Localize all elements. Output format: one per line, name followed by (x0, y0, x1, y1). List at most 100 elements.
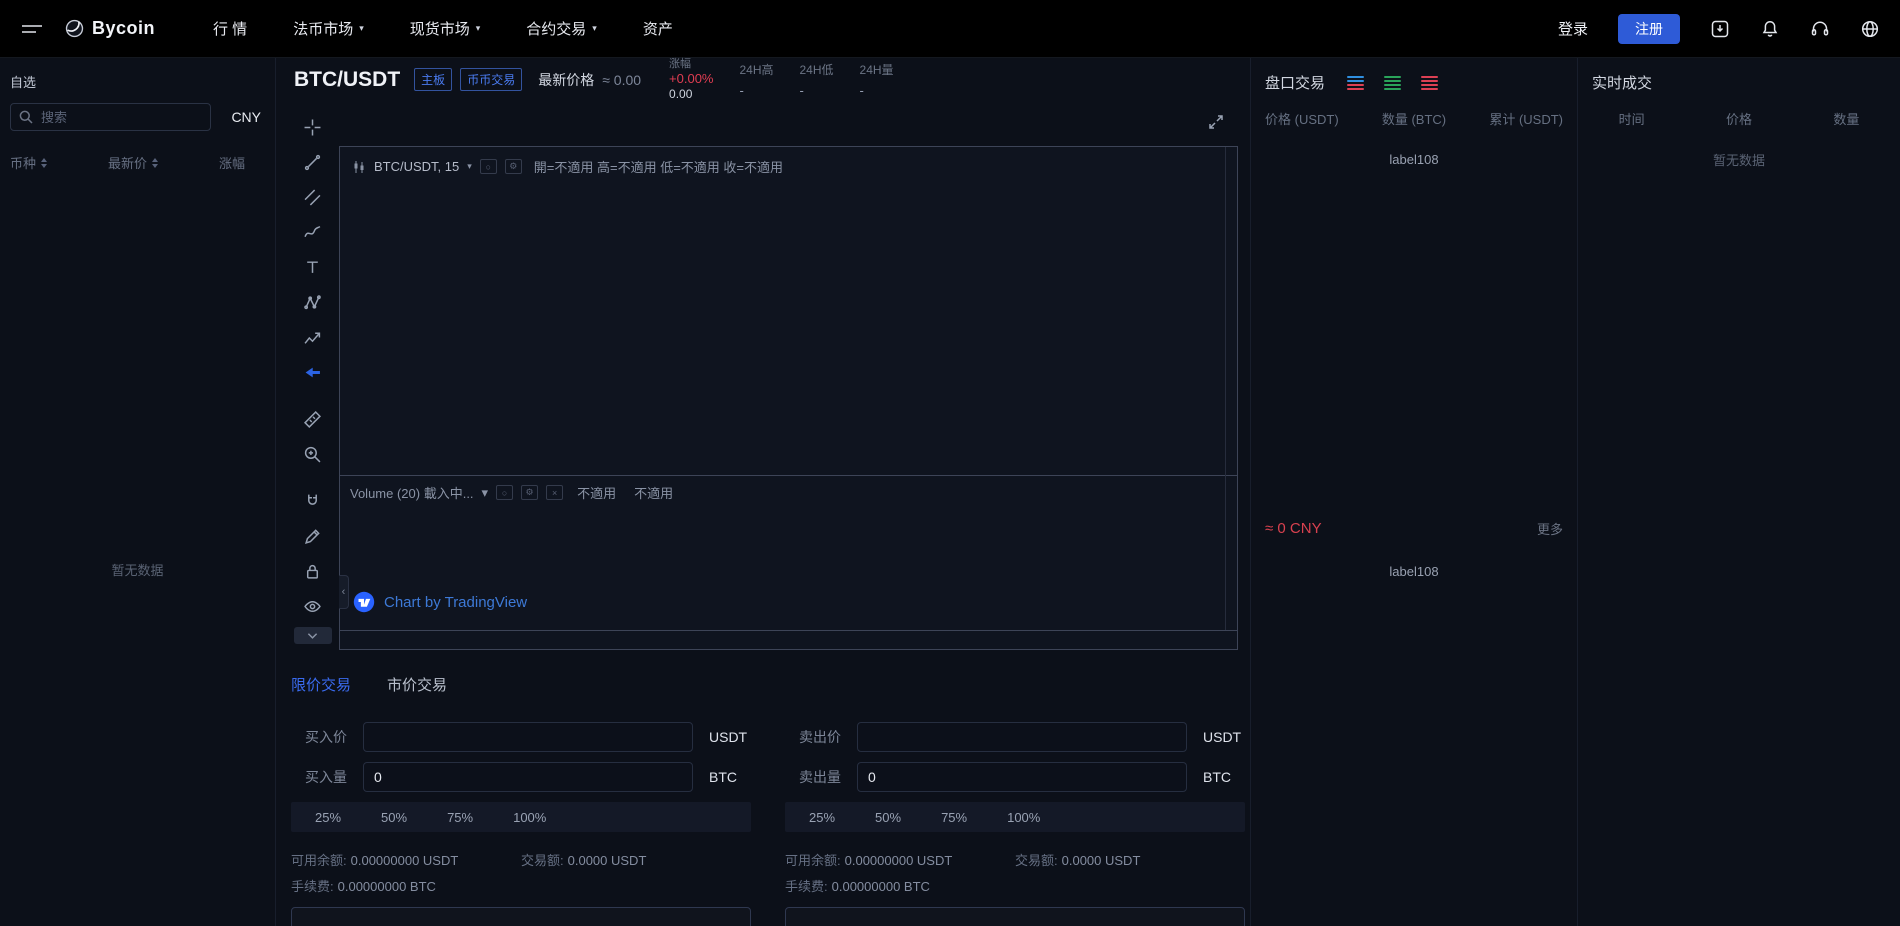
register-button[interactable]: 注册 (1618, 14, 1680, 44)
chart-drawing-toolbar (286, 101, 339, 650)
sell-percent-50[interactable]: 50% (875, 810, 901, 825)
chevron-down-icon[interactable]: ▾ (467, 161, 472, 172)
chart-plot-area[interactable]: BTC/USDT, 15 ▾ ○ ⚙ 開=不適用 高=不適用 低=不適用 收=不… (339, 146, 1238, 650)
column-change[interactable]: 涨幅 (219, 153, 245, 172)
xabcd-pattern-icon[interactable] (299, 288, 327, 316)
orderbook-mode-sells-icon[interactable] (1421, 75, 1443, 91)
buy-percent-25[interactable]: 25% (315, 810, 341, 825)
buy-fee: 手续费:0.00000000 BTC (291, 876, 521, 895)
sell-percent-100[interactable]: 100% (1007, 810, 1040, 825)
chart-symbol-interval[interactable]: BTC/USDT, 15 (374, 159, 459, 174)
search-box (10, 103, 211, 131)
buy-percent-100[interactable]: 100% (513, 810, 546, 825)
column-last-price[interactable]: 最新价 (108, 153, 158, 172)
nav-item-contract-trade[interactable]: 合约交易 ▾ (526, 18, 597, 39)
panel-collapse-handle[interactable]: ‹ (339, 575, 349, 609)
more-link[interactable]: 更多 (1537, 519, 1563, 538)
legend-visibility-icon[interactable]: ○ (480, 159, 497, 174)
volume-visibility-icon[interactable]: ○ (496, 485, 513, 500)
column-label: 涨幅 (219, 153, 245, 172)
search-input[interactable] (10, 103, 211, 131)
buy-price-input[interactable] (363, 722, 693, 752)
buy-amount-row: 买入量 BTC (291, 762, 751, 792)
last-price-label: 最新价格 (538, 70, 594, 90)
toolbar-collapse-chevron-icon[interactable] (294, 627, 332, 644)
buy-available: 可用余额:0.00000000 USDT (291, 850, 521, 869)
sell-submit-button[interactable] (785, 907, 1245, 926)
language-globe-icon[interactable] (1860, 19, 1880, 39)
chevron-down-icon: ▾ (592, 23, 597, 34)
volume-values: 不適用 不適用 (577, 483, 673, 502)
column-symbol[interactable]: 币种 (10, 153, 47, 172)
fee-label: 手续费: (291, 879, 334, 894)
buy-percent-50[interactable]: 50% (381, 810, 407, 825)
trend-line-icon[interactable] (299, 148, 327, 176)
total-label: 交易额: (521, 853, 564, 868)
currency-selector[interactable]: CNY (231, 109, 261, 125)
nav-item-assets[interactable]: 资产 (643, 18, 673, 39)
candles-icon (352, 160, 366, 174)
forecast-icon[interactable] (299, 323, 327, 351)
download-icon[interactable] (1710, 19, 1730, 39)
available-label: 可用余额: (785, 853, 841, 868)
column-time: 时间 (1578, 109, 1685, 128)
volume-legend: Volume (20) 載入中... ▾ ○ ⚙ × 不適用 不適用 (350, 483, 1237, 502)
sell-percent-75[interactable]: 75% (941, 810, 967, 825)
chevron-down-icon[interactable]: ▾ (482, 485, 489, 501)
support-headset-icon[interactable] (1810, 19, 1830, 39)
column-cumulative: 累计 (USDT) (1489, 109, 1563, 128)
trade-tabs: 限价交易 市价交易 (276, 668, 1250, 700)
sell-percent-25[interactable]: 25% (809, 810, 835, 825)
change-value: 0.00 (669, 87, 713, 101)
magnet-icon[interactable] (299, 487, 327, 515)
sell-price-input[interactable] (857, 722, 1187, 752)
orderbook-mode-buys-icon[interactable] (1384, 75, 1406, 91)
text-tool-icon[interactable] (299, 253, 327, 281)
nav-item-fiat-market[interactable]: 法币市场 ▾ (293, 18, 364, 39)
last-price-value: ≈ 0.00 (602, 72, 641, 88)
legend-settings-icon[interactable]: ⚙ (505, 159, 522, 174)
menu-icon[interactable] (20, 19, 44, 39)
bell-icon[interactable] (1760, 19, 1780, 39)
ruler-icon[interactable] (299, 405, 327, 433)
buy-amount-input[interactable] (363, 762, 693, 792)
orderbook-panel: 盘口交易 价格 (USDT) 数量 (BTC) 累计 (USDT) (1250, 58, 1578, 926)
volume-settings-icon[interactable]: ⚙ (521, 485, 538, 500)
edit-pencil-icon[interactable] (299, 522, 327, 550)
change-percent: +0.00% (669, 71, 713, 87)
crosshair-icon[interactable] (299, 113, 327, 141)
nav-item-spot-market[interactable]: 现货市场 ▾ (410, 18, 481, 39)
buy-submit-button[interactable] (291, 907, 751, 926)
sell-percent-row: 25% 50% 75% 100% (785, 802, 1245, 832)
brush-icon[interactable] (299, 218, 327, 246)
available-value: 0.00000000 USDT (351, 853, 459, 868)
sell-amount-input[interactable] (857, 762, 1187, 792)
search-icon (18, 109, 34, 125)
stat-value: - (739, 83, 773, 98)
volume-close-icon[interactable]: × (546, 485, 563, 500)
main-nav: 行 情 法币市场 ▾ 现货市场 ▾ 合约交易 ▾ 资产 (213, 18, 673, 39)
parallel-channel-icon[interactable] (299, 183, 327, 211)
market-section: BTC/USDT 主板 币币交易 最新价格 ≈ 0.00 涨幅 +0.00% 0… (276, 58, 1250, 926)
sort-icon (152, 158, 158, 168)
eye-icon[interactable] (299, 592, 327, 620)
buy-percent-75[interactable]: 75% (447, 810, 473, 825)
volume-pane: Volume (20) 載入中... ▾ ○ ⚙ × 不適用 不適用 (340, 475, 1237, 502)
hide-drawings-arrow-icon[interactable] (299, 358, 327, 386)
buy-price-row: 买入价 USDT (291, 722, 751, 752)
tab-market-order[interactable]: 市价交易 (387, 674, 447, 695)
login-link[interactable]: 登录 (1558, 18, 1588, 39)
watchlist-empty-text: 暂无数据 (0, 560, 275, 579)
chevron-down-icon: ▾ (476, 23, 481, 34)
watchlist-title: 自选 (0, 72, 275, 91)
volume-label[interactable]: Volume (20) 載入中... (350, 483, 474, 502)
zoom-in-icon[interactable] (299, 440, 327, 468)
logo[interactable]: Bycoin (64, 18, 155, 39)
fullscreen-icon[interactable] (1208, 114, 1224, 130)
tab-limit-order[interactable]: 限价交易 (291, 674, 351, 695)
nav-item-market[interactable]: 行 情 (213, 18, 247, 39)
orderbook-mode-both-icon[interactable] (1347, 75, 1369, 91)
lock-icon[interactable] (299, 557, 327, 585)
buy-percent-row: 25% 50% 75% 100% (291, 802, 751, 832)
tradingview-attribution[interactable]: Chart by TradingView (353, 591, 527, 613)
